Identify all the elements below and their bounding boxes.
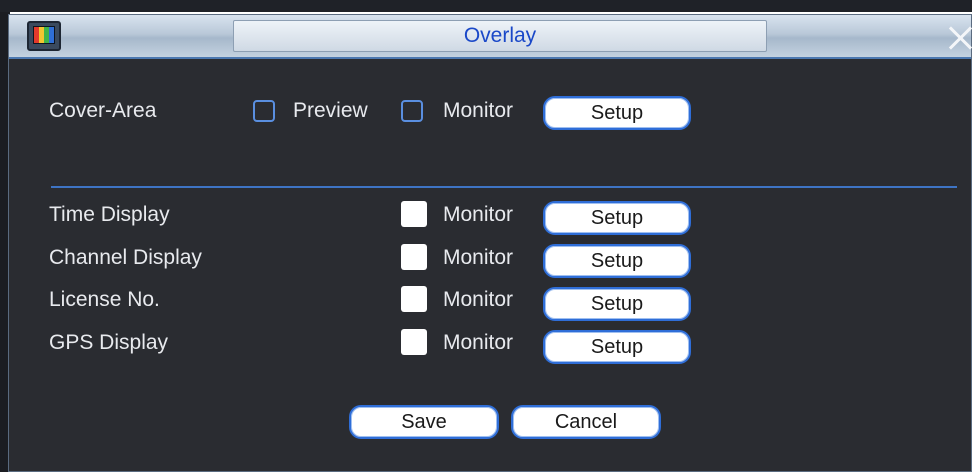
dialog-title: Overlay	[233, 20, 767, 52]
license-no-label: License No.	[49, 288, 160, 311]
close-icon[interactable]	[947, 25, 972, 51]
background-top	[0, 0, 972, 12]
monitor-app-icon	[27, 21, 61, 51]
overlay-dialog: Overlay Cover-Area Preview Monitor Setup…	[8, 14, 972, 472]
cover-area-monitor-checkbox[interactable]	[401, 100, 423, 122]
time-display-monitor-checkbox[interactable]	[401, 201, 427, 227]
cover-area-monitor-label: Monitor	[443, 99, 514, 122]
gps-display-label: GPS Display	[49, 331, 169, 354]
save-button[interactable]: Save	[349, 405, 499, 439]
time-display-setup-button[interactable]: Setup	[543, 201, 691, 235]
time-display-monitor-label: Monitor	[443, 203, 514, 226]
gps-display-setup-button[interactable]: Setup	[543, 330, 691, 364]
section-divider	[51, 186, 957, 188]
cover-area-preview-label: Preview	[293, 99, 368, 122]
cover-area-label: Cover-Area	[49, 99, 157, 122]
cover-area-setup-button[interactable]: Setup	[543, 96, 691, 130]
channel-display-monitor-checkbox[interactable]	[401, 244, 427, 270]
gps-display-monitor-label: Monitor	[443, 331, 514, 354]
cover-area-preview-checkbox[interactable]	[253, 100, 275, 122]
gps-display-monitor-checkbox[interactable]	[401, 329, 427, 355]
time-display-label: Time Display	[49, 203, 170, 226]
screen: Overlay Cover-Area Preview Monitor Setup…	[0, 0, 972, 472]
title-bar[interactable]: Overlay	[9, 15, 971, 59]
channel-display-monitor-label: Monitor	[443, 246, 514, 269]
channel-display-setup-button[interactable]: Setup	[543, 244, 691, 278]
app-icon-screen	[33, 26, 55, 44]
channel-display-label: Channel Display	[49, 246, 202, 269]
cancel-button[interactable]: Cancel	[511, 405, 661, 439]
license-no-monitor-label: Monitor	[443, 288, 514, 311]
license-no-monitor-checkbox[interactable]	[401, 286, 427, 312]
license-no-setup-button[interactable]: Setup	[543, 287, 691, 321]
